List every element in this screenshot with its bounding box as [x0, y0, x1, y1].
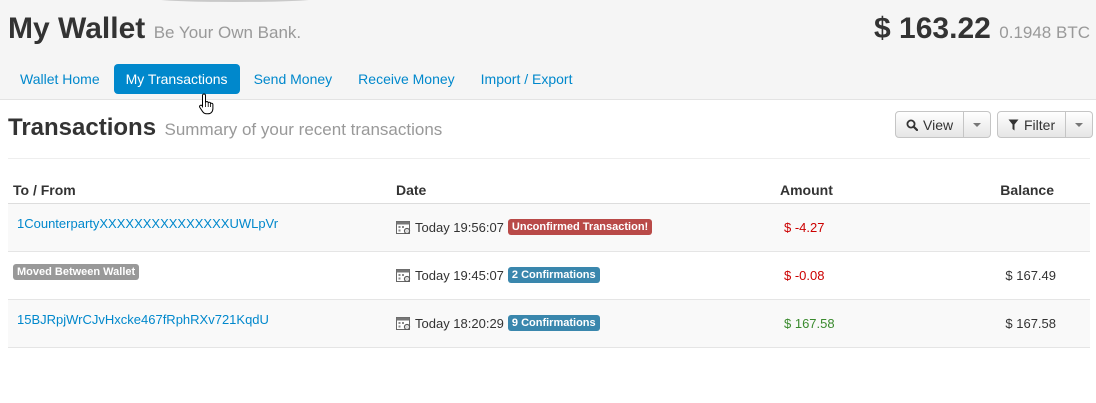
- filter-button-group: Filter: [997, 111, 1094, 138]
- header-date[interactable]: Date: [391, 178, 775, 204]
- cell-amount: $ 167.58: [775, 299, 975, 348]
- view-button[interactable]: View: [895, 111, 965, 138]
- counterparty-address-link[interactable]: 1CounterpartyXXXXXXXXXXXXXXXUWLpVr: [13, 216, 278, 231]
- cell-amount: $ -0.08: [775, 251, 975, 300]
- nav-import-export[interactable]: Import / Export: [469, 64, 585, 94]
- cell-date: Today 18:20:29 9 Confirmations: [391, 299, 775, 348]
- decorative-arc: [150, 0, 320, 2]
- counterparty-address-link[interactable]: 15BJRpjWrCJvHxcke467fRphRXv721KqdU: [13, 312, 269, 327]
- balance-usd: $ 163.22: [874, 12, 991, 45]
- header-to-from[interactable]: To / From: [8, 178, 391, 204]
- view-button-label: View: [923, 116, 954, 133]
- wallet-header: My Wallet Be Your Own Bank. $ 163.22 0.1…: [0, 0, 1096, 100]
- cell-balance: $ 167.49: [975, 251, 1090, 300]
- nav-my-transactions[interactable]: My Transactions: [113, 64, 240, 94]
- transactions-table: To / From Date Amount Balance 1Counterpa…: [8, 178, 1090, 348]
- section-title: Transactions: [8, 114, 157, 141]
- app-title: My Wallet: [8, 12, 146, 45]
- filter-dropdown-toggle[interactable]: [1066, 111, 1094, 138]
- calendar-icon: [396, 221, 411, 234]
- header-balance[interactable]: Balance: [975, 178, 1090, 204]
- brand: My Wallet Be Your Own Bank.: [8, 12, 301, 46]
- cell-date: Today 19:45:07 2 Confirmations: [391, 251, 775, 300]
- chevron-down-icon: [1075, 122, 1084, 127]
- table-row: Moved Between Wallet Today 19:45:07 2 Co…: [8, 251, 1090, 300]
- transaction-date: Today 19:45:07: [415, 267, 504, 283]
- funnel-icon: [1008, 119, 1019, 130]
- cell-to-from: Moved Between Wallet: [8, 251, 391, 300]
- table-header-row: To / From Date Amount Balance: [8, 178, 1090, 204]
- calendar-icon: [396, 317, 411, 330]
- status-badge: 2 Confirmations: [507, 267, 600, 283]
- calendar-icon: [396, 269, 411, 282]
- cell-balance: [975, 203, 1090, 252]
- header-amount[interactable]: Amount: [775, 178, 975, 204]
- view-button-group: View: [895, 111, 992, 138]
- table-row: 1CounterpartyXXXXXXXXXXXXXXXUWLpVr Today…: [8, 203, 1090, 252]
- filter-button-label: Filter: [1024, 116, 1056, 133]
- nav-send-money[interactable]: Send Money: [242, 64, 345, 94]
- table-row: 15BJRpjWrCJvHxcke467fRphRXv721KqdU Today…: [8, 299, 1090, 348]
- cell-amount: $ -4.27: [775, 203, 975, 252]
- section-divider: [8, 158, 1090, 159]
- status-badge: 9 Confirmations: [507, 315, 600, 331]
- cell-to-from: 1CounterpartyXXXXXXXXXXXXXXXUWLpVr: [8, 203, 391, 252]
- wallet-balance: $ 163.22 0.1948 BTC: [874, 12, 1090, 46]
- nav-receive-money[interactable]: Receive Money: [346, 64, 467, 94]
- cell-date: Today 19:56:07 Unconfirmed Transaction!: [391, 203, 775, 252]
- app-tagline: Be Your Own Bank.: [153, 23, 302, 42]
- chevron-down-icon: [973, 122, 982, 127]
- transaction-date: Today 19:56:07: [415, 219, 504, 235]
- cell-balance: $ 167.58: [975, 299, 1090, 348]
- section-subtitle: Summary of your recent transactions: [164, 120, 443, 139]
- section-header: Transactions Summary of your recent tran…: [8, 114, 442, 142]
- main-nav: Wallet Home My Transactions Send Money R…: [8, 64, 586, 94]
- cell-to-from: 15BJRpjWrCJvHxcke467fRphRXv721KqdU: [8, 299, 391, 348]
- filter-button[interactable]: Filter: [997, 111, 1067, 138]
- view-dropdown-toggle[interactable]: [964, 111, 992, 138]
- nav-wallet-home[interactable]: Wallet Home: [8, 64, 112, 94]
- magnifier-icon: [906, 119, 918, 131]
- status-badge: Unconfirmed Transaction!: [507, 219, 653, 235]
- hand-pointer-icon: [199, 93, 214, 115]
- moved-between-wallet-badge: Moved Between Wallet: [13, 263, 140, 280]
- transaction-date: Today 18:20:29: [415, 315, 504, 331]
- balance-btc: 0.1948 BTC: [999, 23, 1090, 42]
